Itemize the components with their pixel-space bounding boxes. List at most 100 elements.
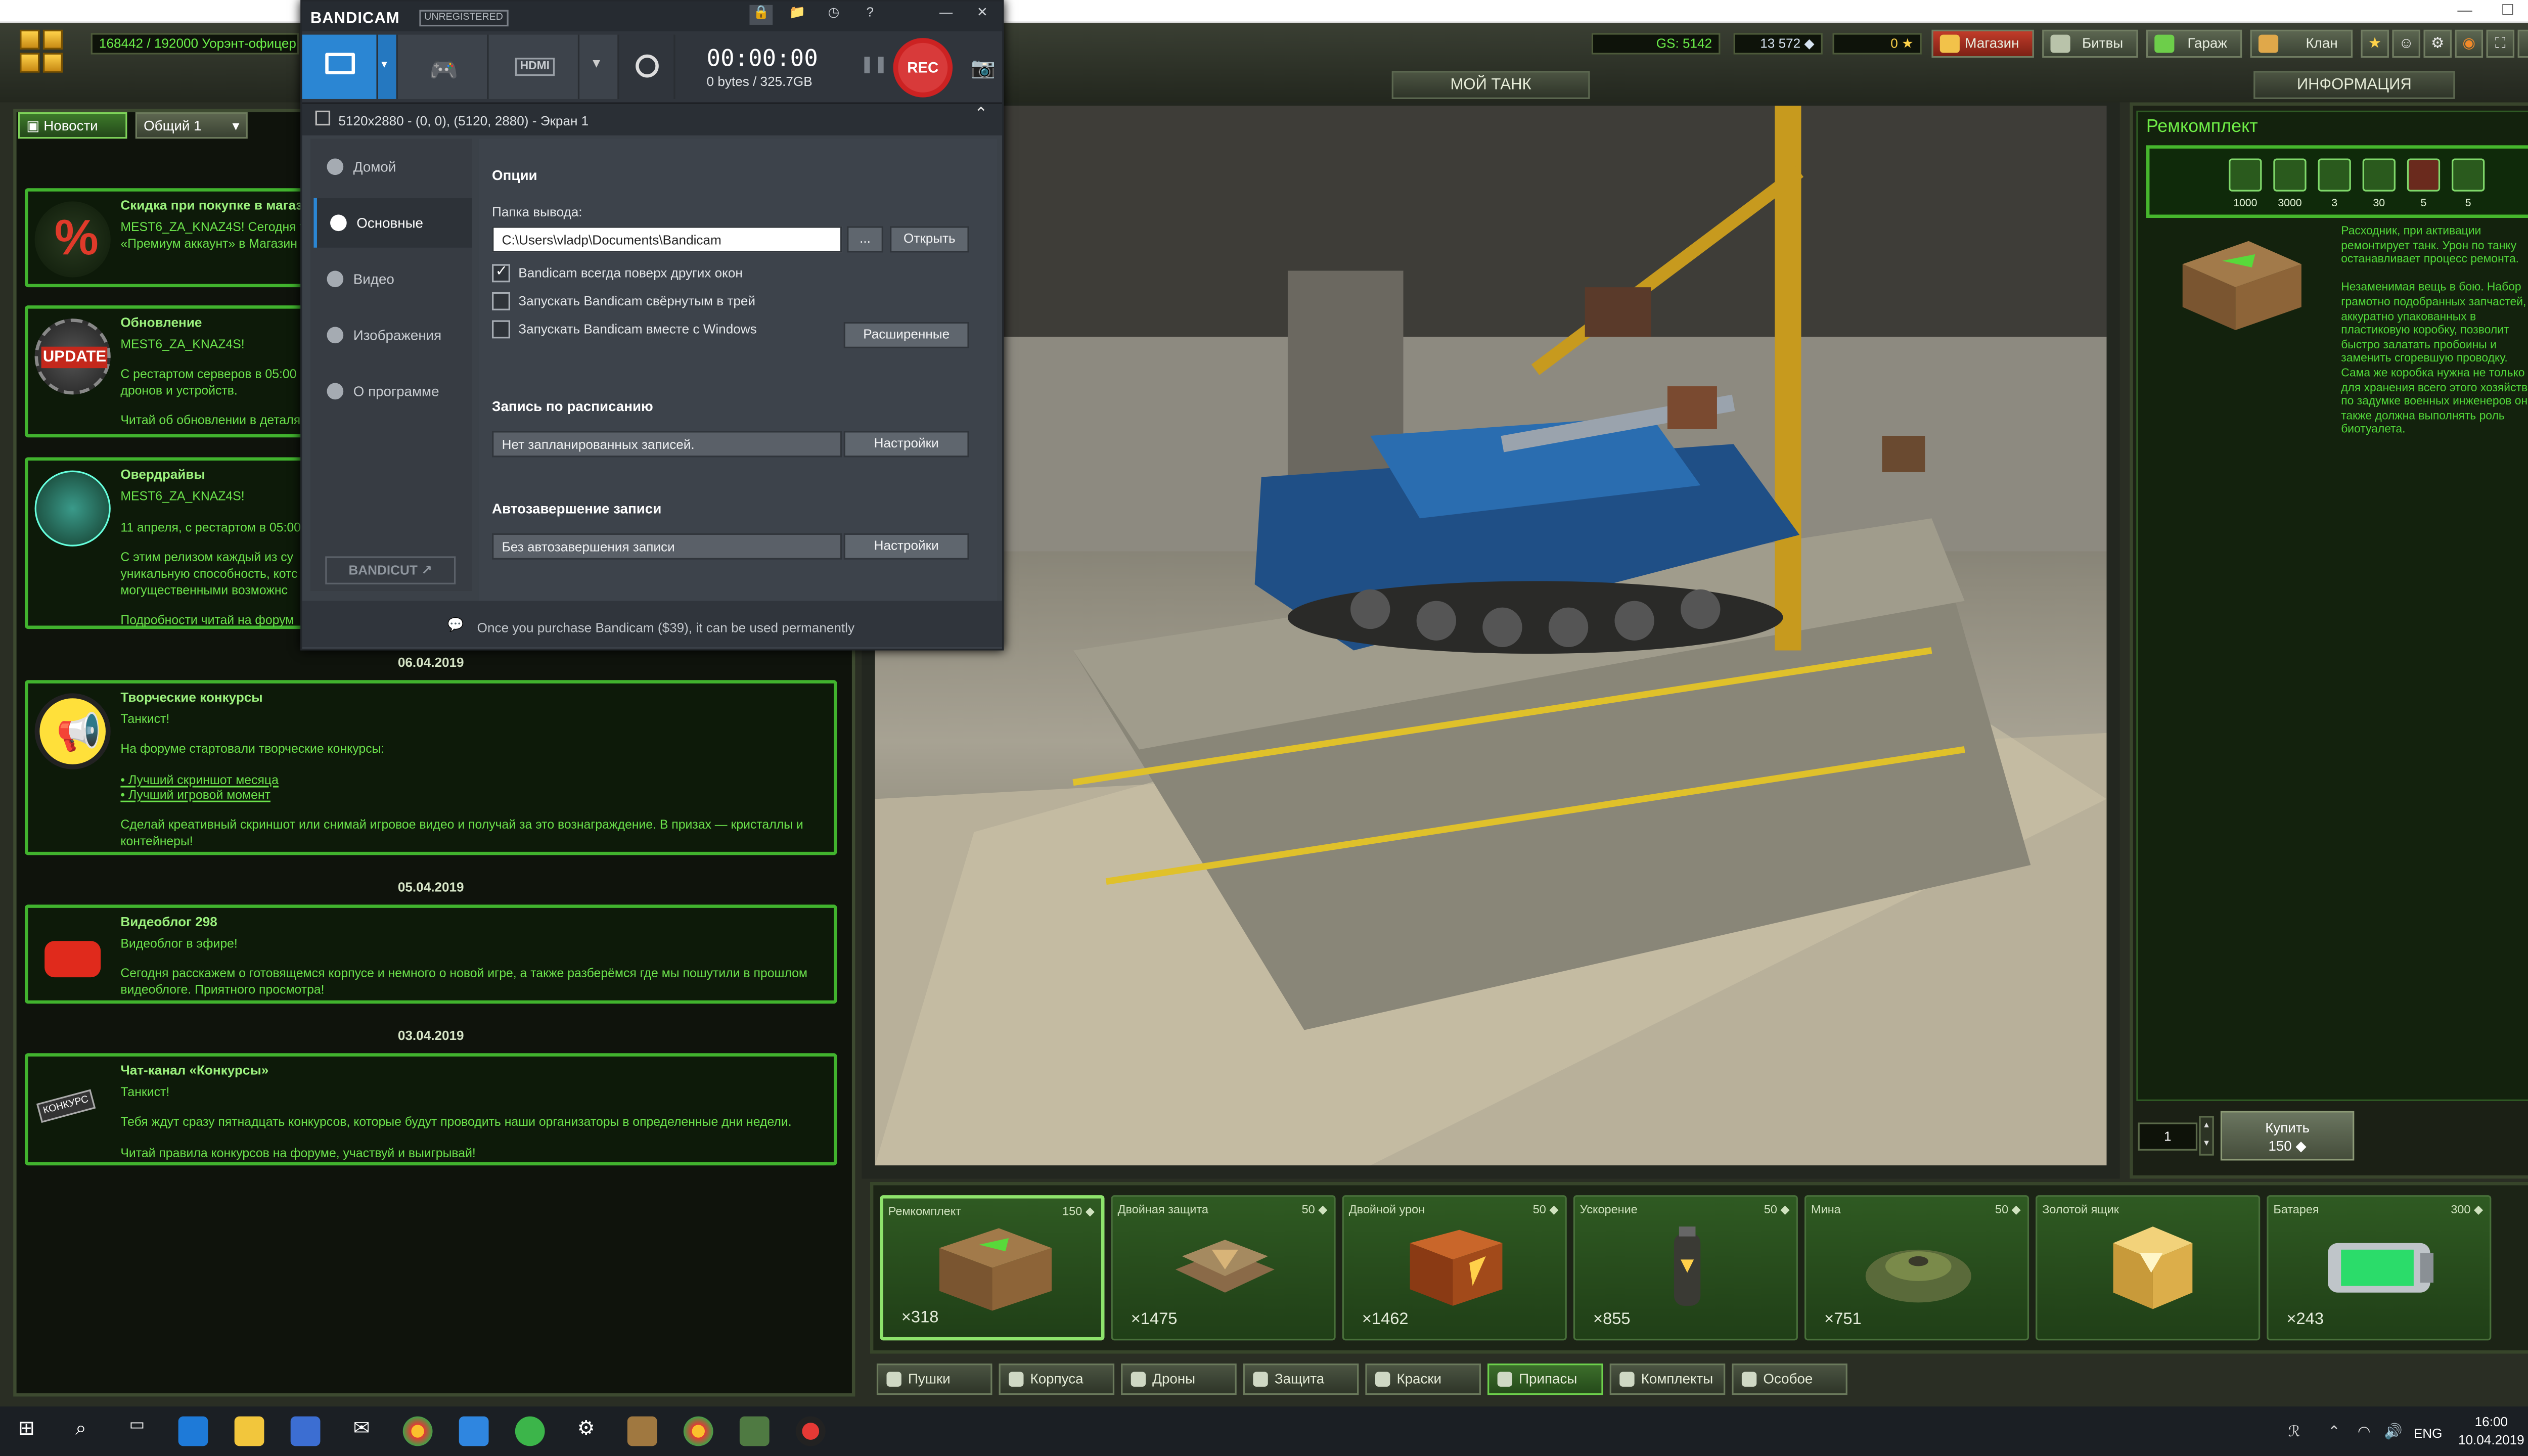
shop-item-battery[interactable]: Батарея 300 ◆ ×243 — [2267, 1195, 2492, 1341]
category-drones[interactable]: Дроны — [1121, 1363, 1237, 1395]
task-view-icon[interactable]: ▭ — [122, 1417, 152, 1446]
garage-button[interactable]: Гараж — [2146, 29, 2242, 58]
screenshot-icon[interactable]: 📷 — [971, 56, 996, 79]
screen-mode-dropdown[interactable]: ▾ — [378, 34, 398, 99]
shop-item-double-armor[interactable]: Двойная защита 50 ◆ ×1475 — [1111, 1195, 1336, 1341]
file-explorer-icon[interactable] — [234, 1416, 264, 1446]
pause-icon[interactable]: ❚❚ — [860, 56, 888, 74]
buy-button[interactable]: Купить 150 ◆ — [2220, 1111, 2355, 1161]
volume-icon[interactable]: 🔊 — [2384, 1423, 2403, 1441]
news-item[interactable]: КОНКУРС Чат-канал «Конкурсы» Танкист! Те… — [24, 1053, 837, 1166]
bandicut-button[interactable]: BANDICUT ↗ — [325, 556, 456, 584]
category-paints[interactable]: Краски — [1365, 1363, 1481, 1395]
close-icon[interactable]: ✕ — [971, 5, 994, 25]
category-guns[interactable]: Пушки — [876, 1363, 992, 1395]
mail-icon[interactable]: ✉ — [347, 1417, 377, 1446]
tanki-icon[interactable] — [739, 1416, 770, 1446]
news-date: 05.04.2019 — [397, 880, 464, 895]
chrome-icon[interactable] — [402, 1416, 433, 1446]
shop-item-gold-box[interactable]: Золотой ящик — [2036, 1195, 2261, 1341]
people-icon[interactable]: ℛ — [2288, 1423, 2300, 1441]
game-logo[interactable] — [20, 29, 66, 93]
edge-icon[interactable] — [178, 1416, 208, 1446]
tab-news[interactable]: ▣ Новости — [18, 112, 127, 139]
advanced-button[interactable]: Расширенные — [843, 322, 969, 348]
duration-property-icon — [2318, 158, 2351, 192]
game-box-icon[interactable] — [627, 1416, 657, 1446]
search-icon[interactable]: ⌕ — [66, 1417, 96, 1446]
clan-button[interactable]: Клан — [2250, 29, 2353, 58]
always-on-top-checkbox[interactable] — [492, 262, 510, 283]
screen-mode-button[interactable] — [302, 34, 378, 99]
record-button[interactable]: REC — [893, 38, 953, 98]
nav-images[interactable]: Изображения — [313, 310, 472, 360]
tab-general-1[interactable]: Общий 1 ▾ — [135, 112, 248, 139]
language-indicator[interactable]: ENG — [2414, 1426, 2443, 1441]
game-mode-button[interactable]: 🎮 — [397, 34, 489, 99]
garage-scene[interactable] — [875, 105, 2107, 1166]
bandicam-titlebar[interactable] — [302, 2, 1003, 32]
battles-button[interactable]: Битвы — [2042, 29, 2138, 58]
category-supplies[interactable]: Припасы — [1487, 1363, 1603, 1395]
help-icon[interactable]: ? — [859, 5, 882, 25]
clock-icon[interactable]: ◷ — [822, 5, 845, 25]
tray-chevron-icon[interactable]: ⌃ — [2328, 1423, 2340, 1441]
start-with-windows-checkbox[interactable] — [492, 320, 510, 339]
defender-icon[interactable] — [459, 1416, 489, 1446]
chevron-up-icon[interactable]: ⌃ — [974, 106, 988, 124]
nav-home[interactable]: Домой — [313, 142, 472, 192]
fullscreen-icon[interactable]: ⛶ — [2486, 29, 2515, 58]
webcam-button[interactable] — [619, 34, 675, 99]
network-icon[interactable]: ◠ — [2358, 1423, 2371, 1441]
output-folder-input[interactable]: C:\Users\vladp\Documents\Bandicam — [492, 226, 842, 253]
link-best-screenshot[interactable]: • Лучший скриншот месяца — [120, 772, 279, 787]
shop-item-speed-boost[interactable]: Ускорение 50 ◆ ×855 — [1573, 1195, 1798, 1341]
clock[interactable]: 16:00 10.04.2019 — [2450, 1413, 2528, 1449]
maximize-button[interactable]: ☐ — [2487, 0, 2528, 20]
tab-information[interactable]: ИНФОРМАЦИЯ — [2253, 71, 2455, 99]
auto-complete-settings-button[interactable]: Настройки — [843, 533, 969, 560]
category-hulls[interactable]: Корпуса — [999, 1363, 1115, 1395]
friends-icon[interactable]: ☺ — [2392, 29, 2420, 58]
minimize-icon[interactable]: — — [934, 5, 958, 25]
nav-general[interactable]: Основные — [313, 198, 472, 248]
webcam-toggle[interactable]: ▾ — [579, 34, 619, 99]
minimize-button[interactable]: — — [2444, 0, 2487, 20]
lock-icon[interactable]: 🔒 — [749, 5, 773, 25]
shop-item-repair-kit[interactable]: Ремкомплект 150 ◆ ×318 — [880, 1195, 1105, 1341]
link-best-moment[interactable]: • Лучший игровой момент — [120, 788, 270, 802]
start-icon[interactable]: ⊞ — [12, 1417, 41, 1446]
news-item[interactable]: Видеоблог 298 Видеоблог в эфире! Сегодня… — [24, 904, 837, 1004]
chevron-up-icon[interactable]: ▲ — [2201, 1118, 2213, 1136]
utorrent-icon[interactable] — [515, 1416, 545, 1446]
shop-item-double-damage[interactable]: Двойной урон 50 ◆ ×1462 — [1342, 1195, 1567, 1341]
start-minimized-checkbox[interactable] — [492, 292, 510, 310]
category-protection[interactable]: Защита — [1243, 1363, 1359, 1395]
folder-icon[interactable]: 📁 — [786, 5, 809, 25]
category-special[interactable]: Особое — [1732, 1363, 1847, 1395]
bandicam-record-icon[interactable] — [795, 1416, 826, 1446]
schedule-settings-button[interactable]: Настройки — [843, 431, 969, 458]
shop-item-mine[interactable]: Мина 50 ◆ ×751 — [1804, 1195, 2029, 1341]
device-mode-button[interactable]: HDMI — [488, 34, 580, 99]
settings-icon[interactable]: ⚙ — [571, 1417, 601, 1446]
capture-area-bar[interactable]: 5120x2880 - (0, 0), (5120, 2880) - Экран… — [302, 102, 1003, 135]
help-icon[interactable]: ? — [2517, 29, 2528, 58]
sound-icon[interactable]: ◉ — [2455, 29, 2484, 58]
quantity-input[interactable]: 1 — [2138, 1122, 2198, 1151]
item-description: Расходник, при активации ремонтирует тан… — [2341, 226, 2528, 437]
chrome-icon[interactable] — [683, 1416, 713, 1446]
chevron-down-icon[interactable]: ▼ — [2201, 1136, 2213, 1154]
achievements-icon[interactable]: ★ — [2361, 29, 2389, 58]
browse-button[interactable]: ... — [847, 226, 883, 253]
nav-about[interactable]: О программе — [313, 367, 472, 416]
category-kits[interactable]: Комплекты — [1609, 1363, 1726, 1395]
news-item[interactable]: 📢 Творческие конкурсы Танкист! На форуме… — [24, 680, 837, 855]
open-folder-button[interactable]: Открыть — [890, 226, 969, 253]
nav-video[interactable]: Видео — [313, 254, 472, 304]
shop-button[interactable]: Магазин — [1931, 29, 2034, 58]
tab-my-tank[interactable]: МОЙ ТАНК — [1391, 71, 1590, 99]
store-icon[interactable] — [290, 1416, 321, 1446]
quantity-stepper[interactable]: ▲ ▼ — [2199, 1116, 2214, 1156]
settings-gear-icon[interactable]: ⚙ — [2423, 29, 2452, 58]
